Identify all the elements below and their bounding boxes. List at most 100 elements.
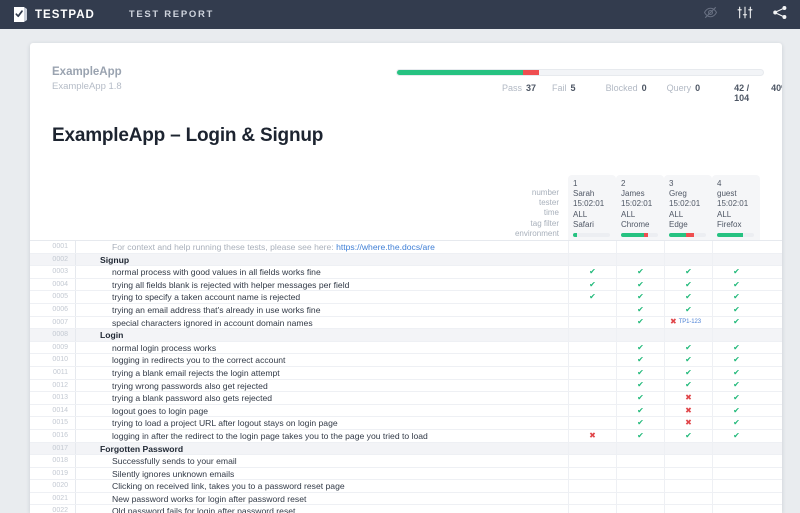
result-cell[interactable]: ✔ xyxy=(616,392,664,404)
issue-tag[interactable]: TP1-123 xyxy=(679,319,701,325)
result-cell[interactable]: ✔ xyxy=(712,404,760,417)
result-cell[interactable]: ✔ xyxy=(664,341,712,354)
result-cell[interactable] xyxy=(712,467,760,480)
result-cell[interactable]: ✔ xyxy=(664,354,712,366)
table-row[interactable]: 0011 trying a blank email rejects the log… xyxy=(30,366,782,380)
result-cell[interactable] xyxy=(664,329,712,341)
result-cell[interactable] xyxy=(616,480,664,492)
result-cell[interactable]: ✔ xyxy=(712,291,760,303)
result-cell[interactable]: ✔ xyxy=(664,266,712,278)
result-cell[interactable] xyxy=(712,480,760,492)
result-cell[interactable]: ✔ xyxy=(712,429,760,442)
result-cell[interactable]: ✔ xyxy=(616,303,664,316)
tester-column-2[interactable]: 2 James 15:02:01 ALL Chrome xyxy=(616,174,664,240)
result-cell[interactable]: ✔ xyxy=(664,366,712,379)
table-row[interactable]: 0016 logging in after the redirect to the… xyxy=(30,429,782,443)
table-row[interactable]: 0009 normal login process works ✔ ✔ ✔ xyxy=(30,341,782,355)
result-cell[interactable] xyxy=(712,492,760,505)
result-cell[interactable]: ✔ xyxy=(712,379,760,392)
result-cell[interactable] xyxy=(568,480,616,492)
tester-column-1[interactable]: 1 Sarah 15:02:01 ALL Safari xyxy=(568,174,616,240)
result-cell[interactable] xyxy=(568,241,616,253)
result-cell[interactable] xyxy=(712,329,760,341)
result-cell[interactable] xyxy=(568,253,616,266)
result-cell[interactable]: ✔ xyxy=(616,366,664,379)
result-cell[interactable]: ✔ xyxy=(664,429,712,442)
result-cell[interactable] xyxy=(712,442,760,455)
result-cell[interactable] xyxy=(664,505,712,513)
result-cell[interactable] xyxy=(616,442,664,455)
table-section-row[interactable]: 0017 Forgotten Password xyxy=(30,442,782,456)
result-cell[interactable]: ✔ xyxy=(712,316,760,329)
table-row[interactable]: 0022 Old password fails for login after p… xyxy=(30,505,782,513)
result-cell[interactable] xyxy=(664,442,712,455)
table-row[interactable]: 0014 logout goes to login page ✔ ✖ ✔ xyxy=(30,404,782,418)
result-cell[interactable]: ✔ xyxy=(616,417,664,429)
result-cell[interactable]: ✔ xyxy=(712,354,760,366)
result-cell[interactable] xyxy=(616,241,664,253)
result-cell[interactable]: ✔ xyxy=(712,266,760,278)
result-cell[interactable] xyxy=(568,442,616,455)
table-section-row[interactable]: 0008 Login xyxy=(30,329,782,342)
result-cell[interactable]: ✔ xyxy=(664,379,712,392)
result-cell[interactable] xyxy=(664,492,712,505)
docs-link[interactable]: https://where.the.docs/are xyxy=(336,242,435,252)
result-cell[interactable]: ✔ xyxy=(568,266,616,278)
result-cell[interactable]: ✔ xyxy=(712,417,760,429)
result-cell[interactable] xyxy=(568,392,616,404)
result-cell[interactable] xyxy=(712,253,760,266)
result-cell[interactable] xyxy=(568,341,616,354)
result-cell[interactable] xyxy=(664,455,712,467)
result-cell[interactable] xyxy=(664,253,712,266)
table-row[interactable]: 0019 Silently ignores unknown emails xyxy=(30,467,782,481)
result-cell[interactable]: ✔ xyxy=(712,341,760,354)
table-row[interactable]: 0020 Clicking on received link, takes you… xyxy=(30,480,782,493)
result-cell[interactable]: ✖ xyxy=(664,417,712,429)
result-cell[interactable] xyxy=(664,241,712,253)
result-cell[interactable]: ✔ xyxy=(712,303,760,316)
result-cell[interactable]: ✔ xyxy=(616,404,664,417)
result-cell[interactable]: ✔ xyxy=(664,278,712,291)
table-row[interactable]: 0012 trying wrong passwords also get reje… xyxy=(30,379,782,393)
table-section-row[interactable]: 0002 Signup xyxy=(30,253,782,267)
result-cell[interactable] xyxy=(568,316,616,329)
result-cell[interactable] xyxy=(568,329,616,341)
table-row[interactable]: 0021 New password works for login after p… xyxy=(30,492,782,506)
result-cell[interactable]: ✔ xyxy=(664,291,712,303)
table-row[interactable]: 0005 trying to specify a taken account na… xyxy=(30,291,782,304)
result-cell[interactable]: ✖ xyxy=(664,392,712,404)
result-cell[interactable] xyxy=(568,404,616,417)
result-cell[interactable] xyxy=(568,366,616,379)
result-cell[interactable] xyxy=(616,253,664,266)
table-row[interactable]: 0015 trying to load a project URL after l… xyxy=(30,417,782,430)
tester-column-3[interactable]: 3 Greg 15:02:01 ALL Edge xyxy=(664,174,712,240)
result-cell[interactable] xyxy=(712,505,760,513)
result-cell[interactable] xyxy=(568,467,616,480)
result-cell[interactable]: ✔ xyxy=(616,354,664,366)
table-row[interactable]: 0018 Successfully sends to your email xyxy=(30,455,782,468)
brand[interactable]: TESTPAD xyxy=(13,6,95,23)
result-cell[interactable]: ✔ xyxy=(616,379,664,392)
result-cell[interactable]: ✔ xyxy=(712,392,760,404)
result-cell[interactable]: ✔ xyxy=(616,429,664,442)
table-row[interactable]: 0004 trying all fields blank is rejected … xyxy=(30,278,782,292)
result-cell[interactable]: ✔ xyxy=(616,341,664,354)
result-cell[interactable] xyxy=(616,329,664,341)
table-row[interactable]: 0010 logging in redirects you to the corr… xyxy=(30,354,782,367)
tester-column-4[interactable]: 4 guest 15:02:01 ALL Firefox xyxy=(712,174,760,240)
share-icon[interactable] xyxy=(772,5,788,25)
result-cell[interactable] xyxy=(616,505,664,513)
result-cell[interactable] xyxy=(568,505,616,513)
result-cell[interactable] xyxy=(568,455,616,467)
result-cell[interactable]: ✔ xyxy=(568,278,616,291)
table-row[interactable]: 0006 trying an email address that's alrea… xyxy=(30,303,782,317)
sliders-icon[interactable] xyxy=(737,5,753,25)
result-cell[interactable] xyxy=(616,467,664,480)
table-row[interactable]: 0013 trying a blank password also gets re… xyxy=(30,392,782,405)
result-cell[interactable]: ✖ TP1-123 xyxy=(664,316,712,329)
table-row[interactable]: 0007 special characters ignored in accoun… xyxy=(30,316,782,330)
result-cell[interactable] xyxy=(568,354,616,366)
eye-off-icon[interactable] xyxy=(703,5,718,25)
result-cell[interactable]: ✔ xyxy=(568,291,616,303)
result-cell[interactable]: ✔ xyxy=(616,316,664,329)
